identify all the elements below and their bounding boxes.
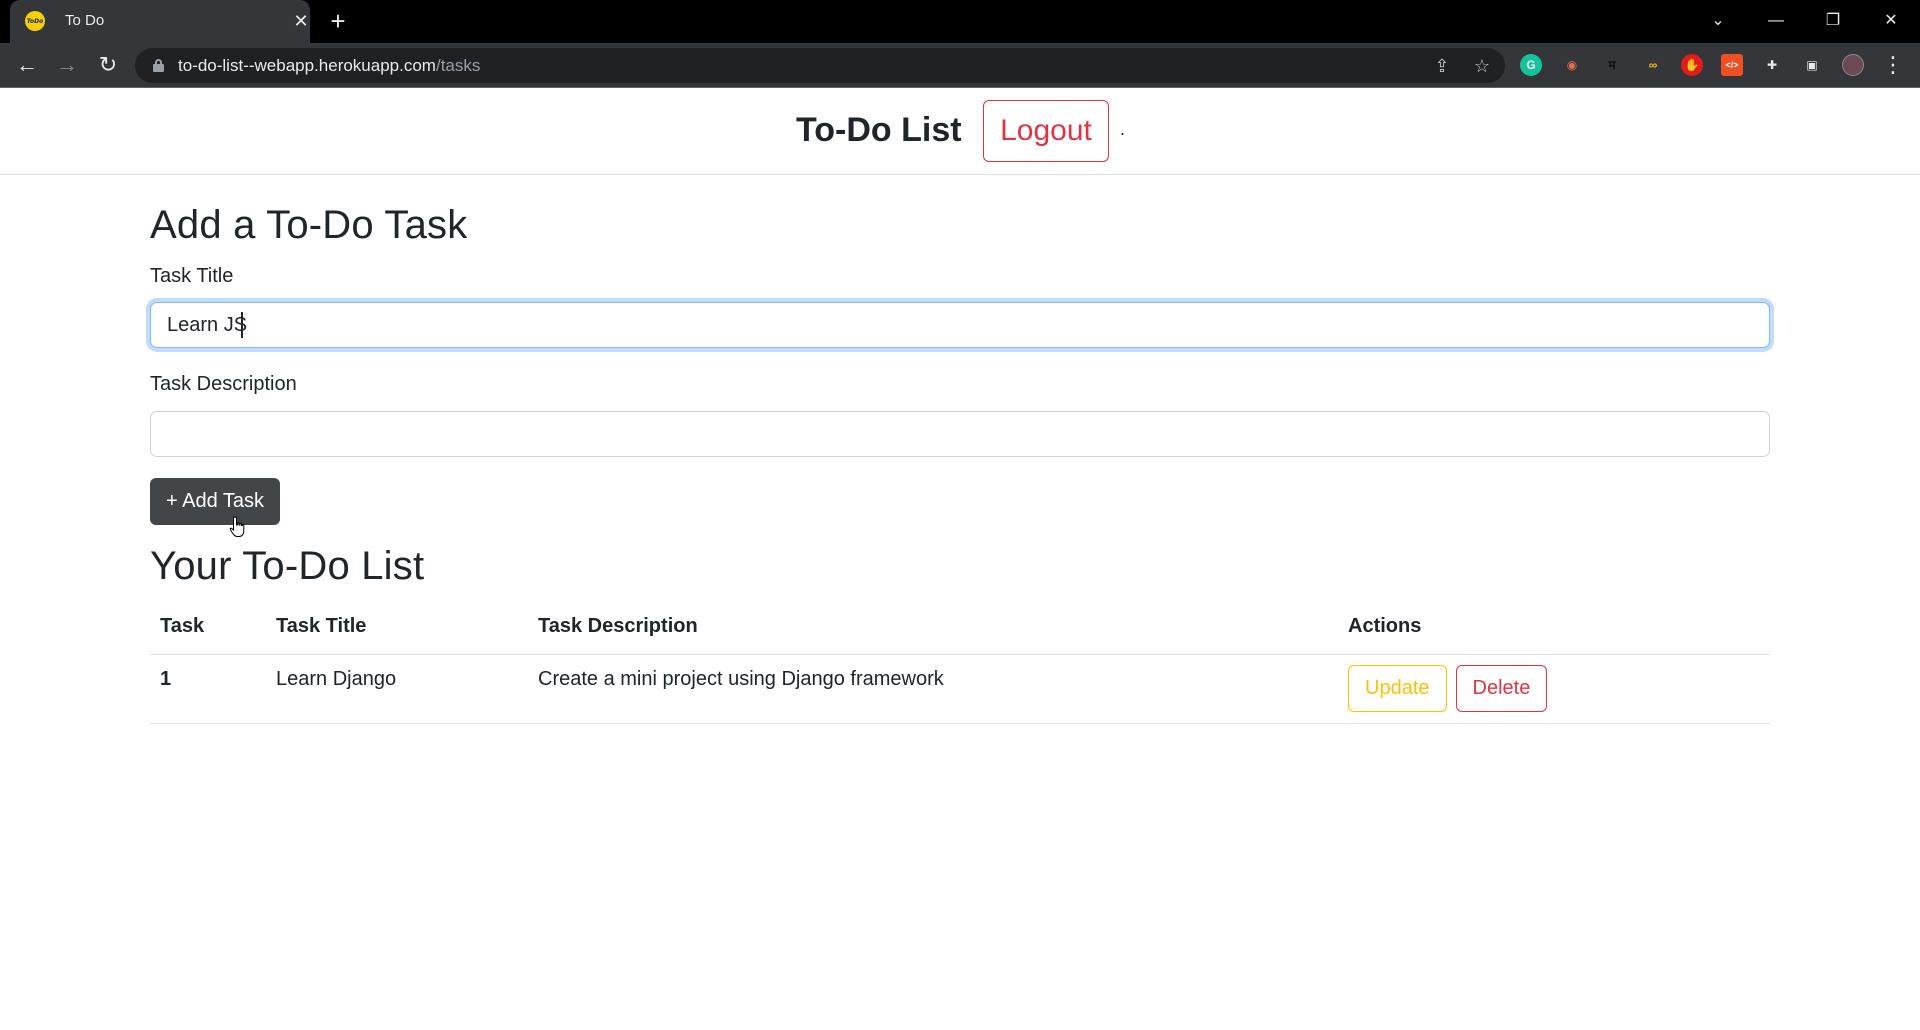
- url-path: /tasks: [435, 56, 481, 75]
- brand-title: To-Do List: [796, 111, 962, 149]
- add-task-heading: Add a To-Do Task: [150, 203, 468, 247]
- pointer-hand-cursor-icon: [229, 516, 245, 537]
- column-header-task-description: Task Description: [528, 600, 1338, 655]
- text-caret: [241, 312, 243, 338]
- adblock-extension-icon[interactable]: ✋: [1681, 54, 1703, 76]
- add-task-button[interactable]: + Add Task: [150, 478, 280, 525]
- tab-search-icon[interactable]: ⌄: [1698, 6, 1738, 36]
- share-icon[interactable]: ⇪: [1430, 54, 1454, 78]
- task-description-label: Task Description: [150, 373, 297, 395]
- tab-close-icon[interactable]: ✕: [289, 9, 313, 33]
- task-title-label: Task Title: [150, 265, 234, 287]
- browser-tab[interactable]: ToDo To Do ✕: [10, 0, 310, 43]
- column-header-task-title: Task Title: [266, 600, 528, 655]
- address-bar[interactable]: to-do-list--webapp.herokuapp.com/tasks ⇪…: [135, 48, 1505, 83]
- window-close-icon[interactable]: ✕: [1871, 6, 1911, 36]
- hindi-ext-extension-icon[interactable]: म: [1601, 54, 1623, 76]
- logout-button[interactable]: Logout: [983, 100, 1109, 162]
- table-header-row: Task Task Title Task Description Actions: [150, 600, 1770, 655]
- column-header-actions: Actions: [1338, 600, 1770, 655]
- table-row: 1 Learn Django Create a mini project usi…: [150, 654, 1770, 724]
- delete-button[interactable]: Delete: [1455, 664, 1548, 712]
- tasks-table: Task Task Title Task Description Actions…: [150, 600, 1770, 724]
- browser-menu-icon[interactable]: ⋮: [1878, 50, 1908, 80]
- column-header-task: Task: [150, 600, 266, 655]
- grammarly-extension-icon[interactable]: G: [1520, 54, 1542, 76]
- tab-title: To Do: [65, 12, 105, 29]
- side-panel-extension-icon[interactable]: ▣: [1801, 54, 1823, 76]
- site-header: To-Do List Logout .: [0, 89, 1920, 175]
- code-ext-extension-icon[interactable]: </>: [1721, 54, 1743, 76]
- forward-icon[interactable]: →: [52, 50, 82, 80]
- task-description-cell: Create a mini project using Django frame…: [528, 654, 1338, 724]
- reload-icon[interactable]: ↻: [93, 50, 123, 80]
- extensions-puzzle-extension-icon[interactable]: ✚: [1761, 54, 1783, 76]
- minimize-icon[interactable]: —: [1756, 6, 1796, 36]
- header-trailing-text: .: [1120, 119, 1126, 139]
- task-actions-cell: Update Delete: [1338, 654, 1770, 724]
- url-host: to-do-list--webapp.herokuapp.com: [178, 56, 436, 75]
- task-title-cell: Learn Django: [266, 654, 528, 724]
- bookmark-star-icon[interactable]: ☆: [1470, 54, 1494, 78]
- url-text[interactable]: to-do-list--webapp.herokuapp.com/tasks: [178, 56, 480, 76]
- task-description-input[interactable]: [150, 411, 1770, 457]
- page: To-Do List Logout . Add a To-Do Task Tas…: [0, 89, 1920, 1030]
- back-icon[interactable]: ←: [12, 50, 42, 80]
- ghost-ext-extension-icon[interactable]: ◉: [1561, 54, 1583, 76]
- task-title-input[interactable]: [150, 302, 1770, 348]
- task-number: 1: [150, 654, 266, 724]
- browser-toolbar: ← → ↻ to-do-list--webapp.herokuapp.com/t…: [0, 43, 1920, 88]
- profile-avatar[interactable]: [1842, 54, 1864, 76]
- restore-icon[interactable]: ❐: [1813, 6, 1853, 36]
- infinity-ext-extension-icon[interactable]: ∞: [1642, 54, 1664, 76]
- lock-icon[interactable]: [153, 59, 164, 72]
- update-button[interactable]: Update: [1348, 664, 1447, 712]
- new-tab-icon[interactable]: +: [325, 8, 351, 34]
- todo-favicon-icon: ToDo: [25, 11, 45, 31]
- browser-titlebar: ToDo To Do ✕ + ⌄ — ❐ ✕: [0, 0, 1920, 43]
- todo-list-heading: Your To-Do List: [150, 544, 425, 588]
